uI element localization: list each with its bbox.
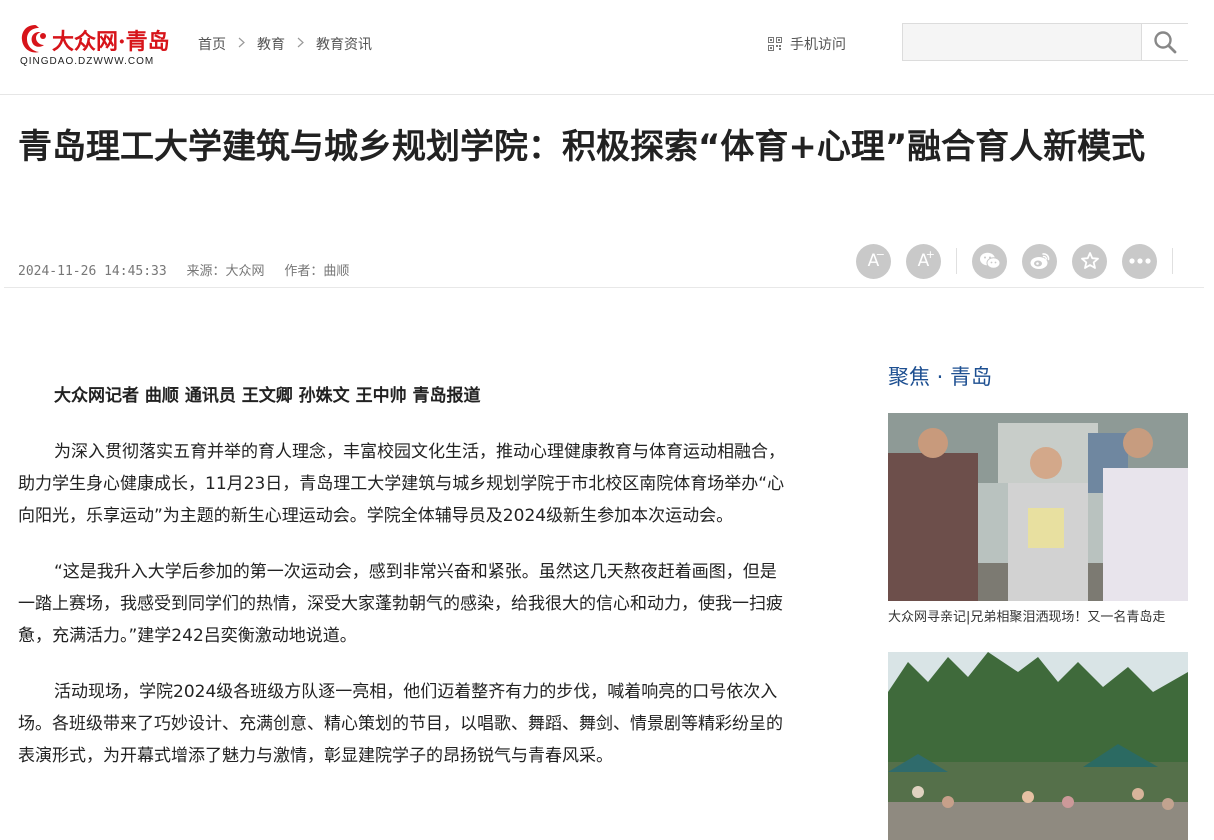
star-icon xyxy=(1080,252,1099,269)
chevron-right-icon xyxy=(238,37,245,51)
logo-subtitle: QINGDAO.DZWWW.COM xyxy=(20,56,155,67)
meta-divider xyxy=(4,287,1204,288)
site-header: 大众网·青岛 QINGDAO.DZWWW.COM 首页 教育 教育资讯 手机访问 xyxy=(0,0,1214,95)
tool-divider xyxy=(1172,248,1173,274)
font-increase-button[interactable]: A + xyxy=(906,243,941,279)
weibo-share-button[interactable] xyxy=(1022,243,1057,279)
breadcrumb: 首页 教育 教育资讯 xyxy=(198,34,372,54)
article-body: 大众网记者 曲顺 通讯员 王文卿 孙姝文 王中帅 青岛报道 为深入贯彻落实五育并… xyxy=(18,380,786,796)
article-meta: 2024-11-26 14:45:33 来源：大众网 作者：曲顺 xyxy=(18,260,361,279)
focus-card[interactable]: 大众网寻亲记|兄弟相聚泪洒现场！又一名青岛走 xyxy=(888,413,1188,635)
site-logo[interactable]: 大众网·青岛 QINGDAO.DZWWW.COM xyxy=(18,20,188,72)
article-byline: 大众网记者 曲顺 通讯员 王文卿 孙姝文 王中帅 青岛报道 xyxy=(54,386,481,406)
wechat-icon xyxy=(979,252,1000,269)
font-decrease-button[interactable]: A − xyxy=(856,243,891,279)
wechat-share-button[interactable] xyxy=(972,243,1007,279)
article-title: 青岛理工大学建筑与城乡规划学院：积极探索“体育+心理”融合育人新模式 xyxy=(18,127,1146,167)
favorite-button[interactable] xyxy=(1072,243,1107,279)
chevron-right-icon xyxy=(297,37,304,51)
search-input[interactable] xyxy=(903,24,1141,60)
article-tools: A − A + xyxy=(856,243,1188,279)
breadcrumb-education[interactable]: 教育 xyxy=(257,34,285,54)
focus-card-image xyxy=(888,413,1188,601)
search-icon xyxy=(1154,31,1177,54)
article-paragraph: 活动现场，学院2024级各班级方队逐一亮相，他们迈着整齐有力的步伐，喊着响亮的口… xyxy=(18,682,783,766)
breadcrumb-education-news[interactable]: 教育资讯 xyxy=(316,34,372,54)
search-button[interactable] xyxy=(1141,24,1188,60)
publish-datetime: 2024-11-26 14:45:33 xyxy=(18,264,167,279)
article-paragraph: 为深入贯彻落实五育并举的育人理念，丰富校园文化生活，推动心理健康教育与体育运动相… xyxy=(18,442,785,526)
mobile-access-link[interactable]: 手机访问 xyxy=(768,34,846,54)
article-paragraph: “这是我升入大学后参加的第一次运动会，感到非常兴奋和紧张。虽然这几天熬夜赶着画图… xyxy=(18,562,783,646)
sidebar-title: 聚焦 · 青岛 xyxy=(888,365,993,389)
search-box xyxy=(902,23,1188,61)
more-button[interactable] xyxy=(1122,243,1157,279)
weibo-icon xyxy=(1030,253,1049,269)
focus-card-caption: 大众网寻亲记|兄弟相聚泪洒现场！又一名青岛走 xyxy=(888,610,1166,625)
logo-swirl-icon xyxy=(21,25,46,53)
breadcrumb-home[interactable]: 首页 xyxy=(198,34,226,54)
qr-code-icon xyxy=(768,37,782,51)
article-author: 作者：曲顺 xyxy=(284,264,350,279)
sidebar-focus: 聚焦 · 青岛 大众网寻亲记|兄弟相聚泪洒现场！又一名青岛走 xyxy=(888,360,1188,840)
logo-title: 大众网·青岛 xyxy=(52,29,170,55)
focus-card-image xyxy=(888,652,1188,840)
article-source: 来源：大众网 xyxy=(186,264,265,279)
focus-card[interactable] xyxy=(888,652,1188,840)
more-dots-icon xyxy=(1128,258,1151,264)
tool-divider xyxy=(956,248,957,274)
mobile-access-label: 手机访问 xyxy=(790,37,846,53)
